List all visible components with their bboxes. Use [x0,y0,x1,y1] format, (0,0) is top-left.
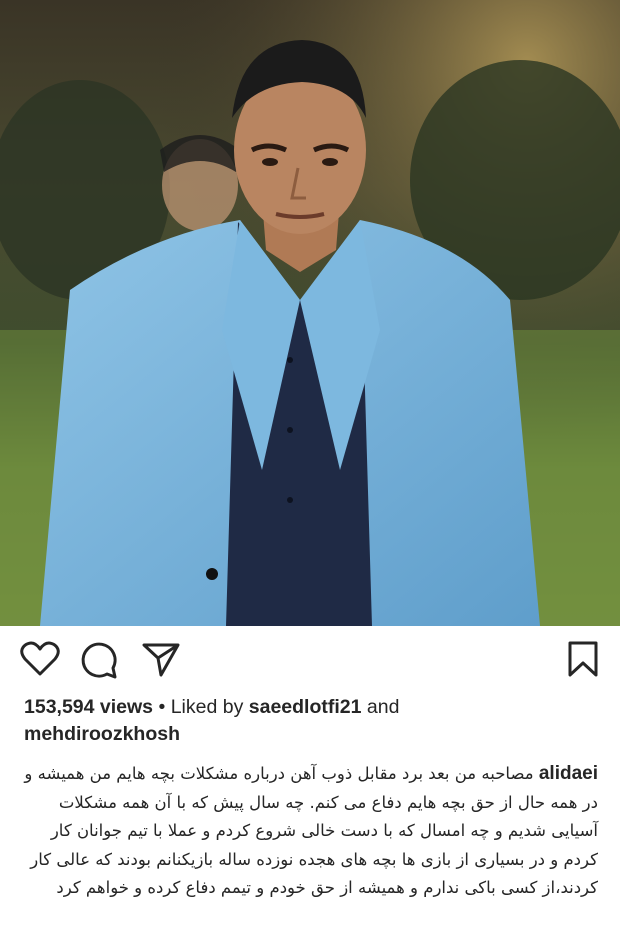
post-photo-illustration [0,0,620,626]
liked-by-user-link[interactable]: saeedlotfi21 [249,696,362,718]
caption-username-link[interactable]: alidaei [539,763,598,784]
send-icon[interactable] [141,641,181,677]
separator: • [153,696,171,718]
post-photo[interactable] [0,0,620,626]
views-count[interactable]: 153,594 views [24,696,153,718]
bookmark-icon[interactable] [566,640,600,678]
second-liker-link[interactable]: mehdiroozkhosh [24,723,180,745]
post-stats: 153,594 views • Liked by saeedlotfi21 an… [24,694,604,748]
heart-icon[interactable] [20,641,60,677]
post-caption: alidaei مصاحبه من بعد برد مقابل ذوب آهن … [16,760,598,903]
liked-by-prefix: Liked by [170,696,249,718]
caption-text: مصاحبه من بعد برد مقابل ذوب آهن درباره م… [24,764,598,897]
and-text: and [361,696,400,718]
comment-icon[interactable] [80,641,118,679]
